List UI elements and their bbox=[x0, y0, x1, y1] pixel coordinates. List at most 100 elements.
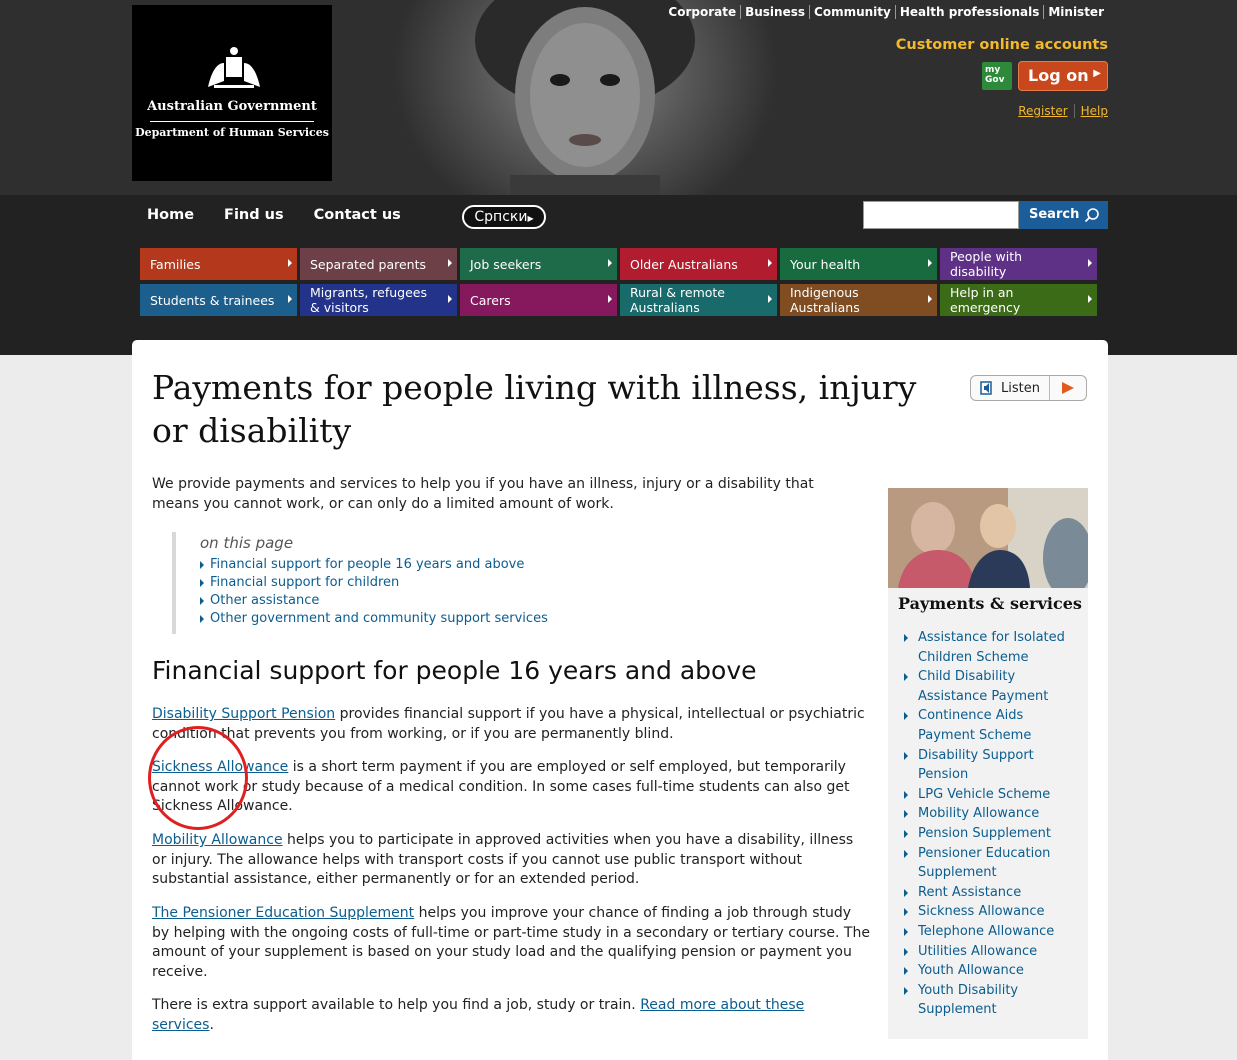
sidebar-list: Assistance for Isolated Children Scheme … bbox=[904, 628, 1082, 1020]
sidebar-link[interactable]: LPG Vehicle Scheme bbox=[904, 785, 1082, 805]
sidebar-link-text: Disability Support Pension bbox=[918, 747, 1034, 783]
chevron-right-icon bbox=[768, 259, 772, 267]
sidebar-link[interactable]: Continence Aids Payment Scheme bbox=[904, 706, 1082, 745]
bullet-icon bbox=[200, 615, 204, 623]
on-this-page-link[interactable]: Financial support for children bbox=[200, 574, 592, 592]
on-this-page-link[interactable]: Financial support for people 16 years an… bbox=[200, 556, 592, 574]
link-text: Financial support for children bbox=[210, 575, 400, 590]
category-label: Migrants, refugees & visitors bbox=[310, 285, 427, 315]
logon-button[interactable]: Log on ▶ bbox=[1018, 61, 1108, 91]
sidebar-title: Payments & services bbox=[898, 594, 1082, 613]
government-logo[interactable]: Australian Government Department of Huma… bbox=[132, 5, 332, 181]
section-heading: Financial support for people 16 years an… bbox=[152, 656, 757, 685]
bullet-icon bbox=[904, 790, 908, 799]
chevron-right-icon bbox=[448, 295, 452, 303]
sidebar-link[interactable]: Rent Assistance bbox=[904, 883, 1082, 903]
sidebar-link[interactable]: Youth Allowance bbox=[904, 961, 1082, 981]
nav-home[interactable]: Home bbox=[147, 207, 194, 223]
category-label: Help in an emergency bbox=[950, 285, 1021, 315]
nav-find-us[interactable]: Find us bbox=[224, 207, 284, 223]
sidebar-link[interactable]: Pension Supplement bbox=[904, 824, 1082, 844]
chevron-right-icon bbox=[288, 295, 292, 303]
category-tile[interactable]: Indigenous Australians bbox=[780, 284, 937, 316]
sidebar-link[interactable]: Assistance for Isolated Children Scheme bbox=[904, 628, 1082, 667]
chevron-right-icon bbox=[608, 259, 612, 267]
bullet-icon bbox=[904, 967, 908, 976]
category-menu: Families Separated parents Job seekers O… bbox=[140, 248, 1098, 316]
category-tile[interactable]: Families bbox=[140, 248, 297, 280]
link-corporate[interactable]: Corporate bbox=[664, 5, 740, 19]
bullet-icon bbox=[904, 829, 908, 838]
header-banner: Australian Government Department of Huma… bbox=[0, 0, 1237, 195]
logo-divider bbox=[150, 121, 314, 122]
mobility-allowance-link[interactable]: Mobility Allowance bbox=[152, 832, 283, 848]
on-this-page-link[interactable]: Other assistance bbox=[200, 592, 592, 610]
link-text: Other assistance bbox=[210, 593, 320, 608]
bullet-icon bbox=[904, 673, 908, 682]
category-tile[interactable]: Your health bbox=[780, 248, 937, 280]
link-business[interactable]: Business bbox=[740, 5, 809, 19]
link-text: Financial support for people 16 years an… bbox=[210, 557, 525, 572]
link-health-professionals[interactable]: Health professionals bbox=[894, 5, 1044, 19]
bullet-icon bbox=[904, 888, 908, 897]
search-icon bbox=[1084, 208, 1099, 223]
category-tile[interactable]: Rural & remote Australians bbox=[620, 284, 777, 316]
category-tile[interactable]: Migrants, refugees & visitors bbox=[300, 284, 457, 316]
sidebar-link-text: Youth Allowance bbox=[918, 963, 1024, 979]
sidebar-photo bbox=[888, 488, 1088, 588]
play-icon bbox=[1062, 382, 1074, 394]
category-tile[interactable]: Help in an emergency bbox=[940, 284, 1097, 316]
payment-paragraph: Disability Support Pension provides fina… bbox=[152, 705, 870, 744]
payment-paragraph: The Pensioner Education Supplement helps… bbox=[152, 904, 870, 982]
customer-accounts-heading: Customer online accounts bbox=[895, 37, 1108, 53]
category-tile[interactable]: Older Australians bbox=[620, 248, 777, 280]
language-button[interactable]: Српски▶ bbox=[462, 205, 546, 229]
sidebar-link-text: Child Disability Assistance Payment bbox=[918, 669, 1049, 704]
category-tile[interactable]: Carers bbox=[460, 284, 617, 316]
mygov-logo-icon: my Gov bbox=[982, 62, 1012, 90]
sidebar-link[interactable]: Pensioner Education Supplement bbox=[904, 844, 1082, 883]
account-links: Register Help bbox=[1012, 104, 1108, 118]
category-tile[interactable]: People with disability bbox=[940, 248, 1097, 280]
utility-links: Corporate Business Community Health prof… bbox=[664, 5, 1108, 19]
sidebar-link[interactable]: Telephone Allowance bbox=[904, 922, 1082, 942]
sidebar-link-text: Sickness Allowance bbox=[918, 904, 1045, 920]
chevron-right-icon bbox=[768, 295, 772, 303]
sidebar-link[interactable]: Utilities Allowance bbox=[904, 942, 1082, 962]
category-tile[interactable]: Students & trainees bbox=[140, 284, 297, 316]
payment-paragraph: Mobility Allowance helps you to particip… bbox=[152, 831, 870, 890]
sidebar-link[interactable]: Mobility Allowance bbox=[904, 804, 1082, 824]
sidebar-link[interactable]: Youth Disability Supplement bbox=[904, 981, 1082, 1020]
on-this-page-link[interactable]: Other government and community support s… bbox=[200, 610, 592, 628]
sidebar-link[interactable]: Child Disability Assistance Payment bbox=[904, 667, 1082, 706]
category-label: People with disability bbox=[950, 249, 1023, 279]
highlight-circle-annotation bbox=[148, 726, 248, 830]
chevron-right-icon: ▶ bbox=[1093, 68, 1101, 79]
sidebar-link[interactable]: Sickness Allowance bbox=[904, 902, 1082, 922]
logo-government-text: Australian Government bbox=[147, 99, 317, 114]
link-minister[interactable]: Minister bbox=[1043, 5, 1108, 19]
nav-contact-us[interactable]: Contact us bbox=[314, 207, 401, 223]
category-tile[interactable]: Separated parents bbox=[300, 248, 457, 280]
chevron-right-icon: ▶ bbox=[527, 214, 534, 223]
link-community[interactable]: Community bbox=[809, 5, 895, 19]
category-label: Separated parents bbox=[310, 256, 427, 272]
category-tile[interactable]: Job seekers bbox=[460, 248, 617, 280]
hero-photo bbox=[475, 0, 695, 195]
help-link[interactable]: Help bbox=[1073, 104, 1108, 118]
bullet-icon bbox=[200, 579, 204, 587]
pensioner-education-supplement-link[interactable]: The Pensioner Education Supplement bbox=[152, 905, 414, 921]
disability-support-pension-link[interactable]: Disability Support Pension bbox=[152, 706, 335, 722]
category-label: Students & trainees bbox=[150, 292, 275, 308]
category-label: Job seekers bbox=[470, 256, 542, 272]
sidebar-link-text: Assistance for Isolated Children Scheme bbox=[918, 630, 1065, 665]
sidebar-link[interactable]: Disability Support Pension bbox=[904, 746, 1082, 785]
page-title: Payments for people living with illness,… bbox=[152, 368, 917, 450]
listen-button[interactable]: Listen bbox=[970, 375, 1087, 401]
coat-of-arms-icon bbox=[208, 47, 260, 88]
search-input[interactable] bbox=[863, 201, 1019, 229]
chevron-right-icon bbox=[608, 295, 612, 303]
category-label: Carers bbox=[470, 292, 511, 308]
search-button[interactable]: Search bbox=[1019, 201, 1108, 229]
register-link[interactable]: Register bbox=[1012, 104, 1073, 118]
